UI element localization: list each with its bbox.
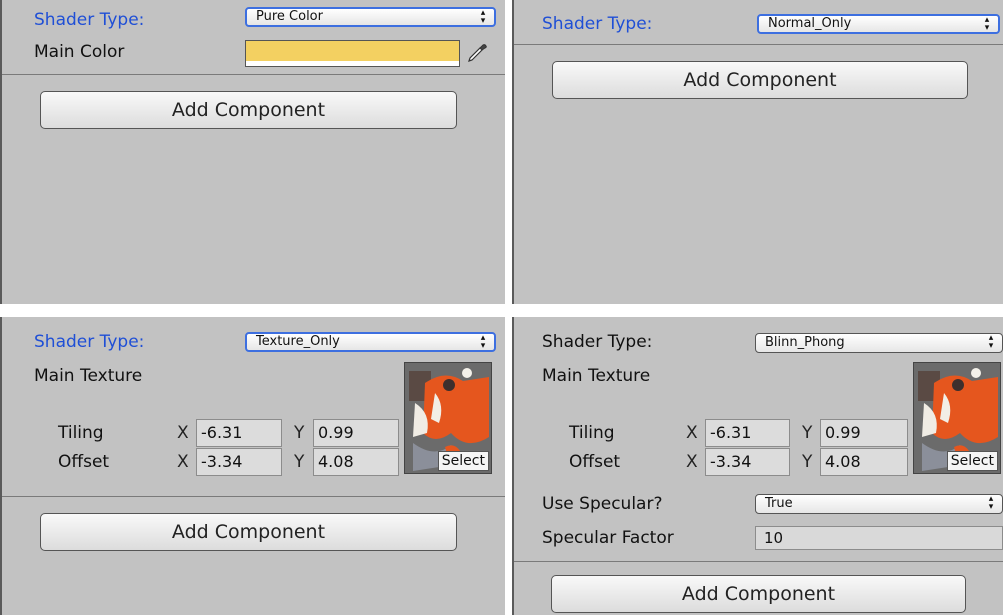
main-texture-slot[interactable]: Select (404, 362, 492, 474)
shader-type-label: Shader Type: (542, 14, 653, 34)
shader-type-value: Blinn_Phong (765, 335, 845, 350)
tiling-y-axis-label: Y (802, 423, 813, 443)
add-component-button[interactable]: Add Component (40, 91, 457, 129)
texture-select-button[interactable]: Select (437, 451, 489, 471)
tiling-y-input[interactable]: 0.99 (313, 419, 399, 447)
offset-label: Offset (569, 452, 621, 472)
up-down-arrows-icon: ▴ ▾ (988, 333, 994, 351)
divider (514, 44, 1003, 45)
tiling-label: Tiling (569, 423, 615, 443)
offset-y-input[interactable]: 4.08 (313, 448, 399, 476)
add-component-button[interactable]: Add Component (552, 61, 968, 99)
inspector-panel-blinn-phong: Shader Type: Blinn_Phong ▴ ▾ Main Texture… (512, 317, 1003, 615)
divider (2, 74, 505, 75)
shader-type-label: Shader Type: (34, 332, 145, 352)
specular-factor-label: Specular Factor (542, 528, 674, 548)
main-texture-label: Main Texture (34, 366, 143, 386)
shader-type-dropdown[interactable]: Texture_Only ▴ ▾ (245, 332, 496, 352)
shader-type-label: Shader Type: (542, 332, 653, 352)
up-down-arrows-icon: ▴ ▾ (988, 494, 994, 512)
inspector-panel-normal-only: Shader Type: Normal_Only ▴ ▾ Add Componen… (512, 0, 1003, 304)
use-specular-value: True (765, 496, 793, 511)
shader-type-dropdown[interactable]: Blinn_Phong ▴ ▾ (755, 333, 1003, 353)
use-specular-dropdown[interactable]: True ▴ ▾ (755, 494, 1003, 514)
shader-type-value: Texture_Only (256, 334, 340, 349)
tiling-y-axis-label: Y (294, 423, 305, 443)
divider (514, 561, 1003, 562)
tiling-x-axis-label: X (686, 423, 698, 443)
offset-y-input[interactable]: 4.08 (820, 448, 908, 476)
inspector-panel-pure-color: Shader Type: Pure Color ▴ ▾ Main Color Ad… (0, 0, 505, 304)
offset-x-input[interactable]: -3.34 (705, 448, 790, 476)
shader-type-dropdown[interactable]: Pure Color ▴ ▾ (245, 7, 496, 27)
offset-y-axis-label: Y (294, 452, 305, 472)
up-down-arrows-icon: ▴ ▾ (480, 8, 486, 26)
tiling-label: Tiling (58, 423, 104, 443)
specular-factor-input[interactable]: 10 (755, 526, 1003, 550)
shader-type-value: Pure Color (256, 9, 323, 24)
tiling-x-input[interactable]: -6.31 (705, 419, 790, 447)
use-specular-label: Use Specular? (542, 494, 663, 514)
add-component-button[interactable]: Add Component (40, 513, 457, 551)
shader-type-label: Shader Type: (34, 10, 145, 30)
eyedropper-icon[interactable] (466, 42, 488, 64)
color-alpha-strip (246, 61, 459, 66)
shader-type-dropdown[interactable]: Normal_Only ▴ ▾ (757, 14, 1000, 34)
offset-x-input[interactable]: -3.34 (196, 448, 282, 476)
offset-label: Offset (58, 452, 110, 472)
up-down-arrows-icon: ▴ ▾ (984, 15, 990, 33)
tiling-x-axis-label: X (177, 423, 189, 443)
tiling-y-input[interactable]: 0.99 (820, 419, 908, 447)
add-component-button[interactable]: Add Component (551, 575, 966, 613)
inspector-panel-texture-only: Shader Type: Texture_Only ▴ ▾ Main Textur… (0, 317, 505, 615)
texture-select-button[interactable]: Select (946, 451, 998, 471)
offset-x-axis-label: X (177, 452, 189, 472)
main-texture-label: Main Texture (542, 366, 651, 386)
main-color-label: Main Color (34, 42, 125, 62)
panel-divider-horizontal (0, 304, 1003, 317)
tiling-x-input[interactable]: -6.31 (196, 419, 282, 447)
shader-type-value: Normal_Only (768, 16, 852, 31)
divider (2, 496, 505, 497)
main-color-field[interactable] (245, 40, 460, 67)
main-texture-slot[interactable]: Select (913, 362, 1001, 474)
up-down-arrows-icon: ▴ ▾ (480, 333, 486, 351)
offset-x-axis-label: X (686, 452, 698, 472)
offset-y-axis-label: Y (802, 452, 813, 472)
